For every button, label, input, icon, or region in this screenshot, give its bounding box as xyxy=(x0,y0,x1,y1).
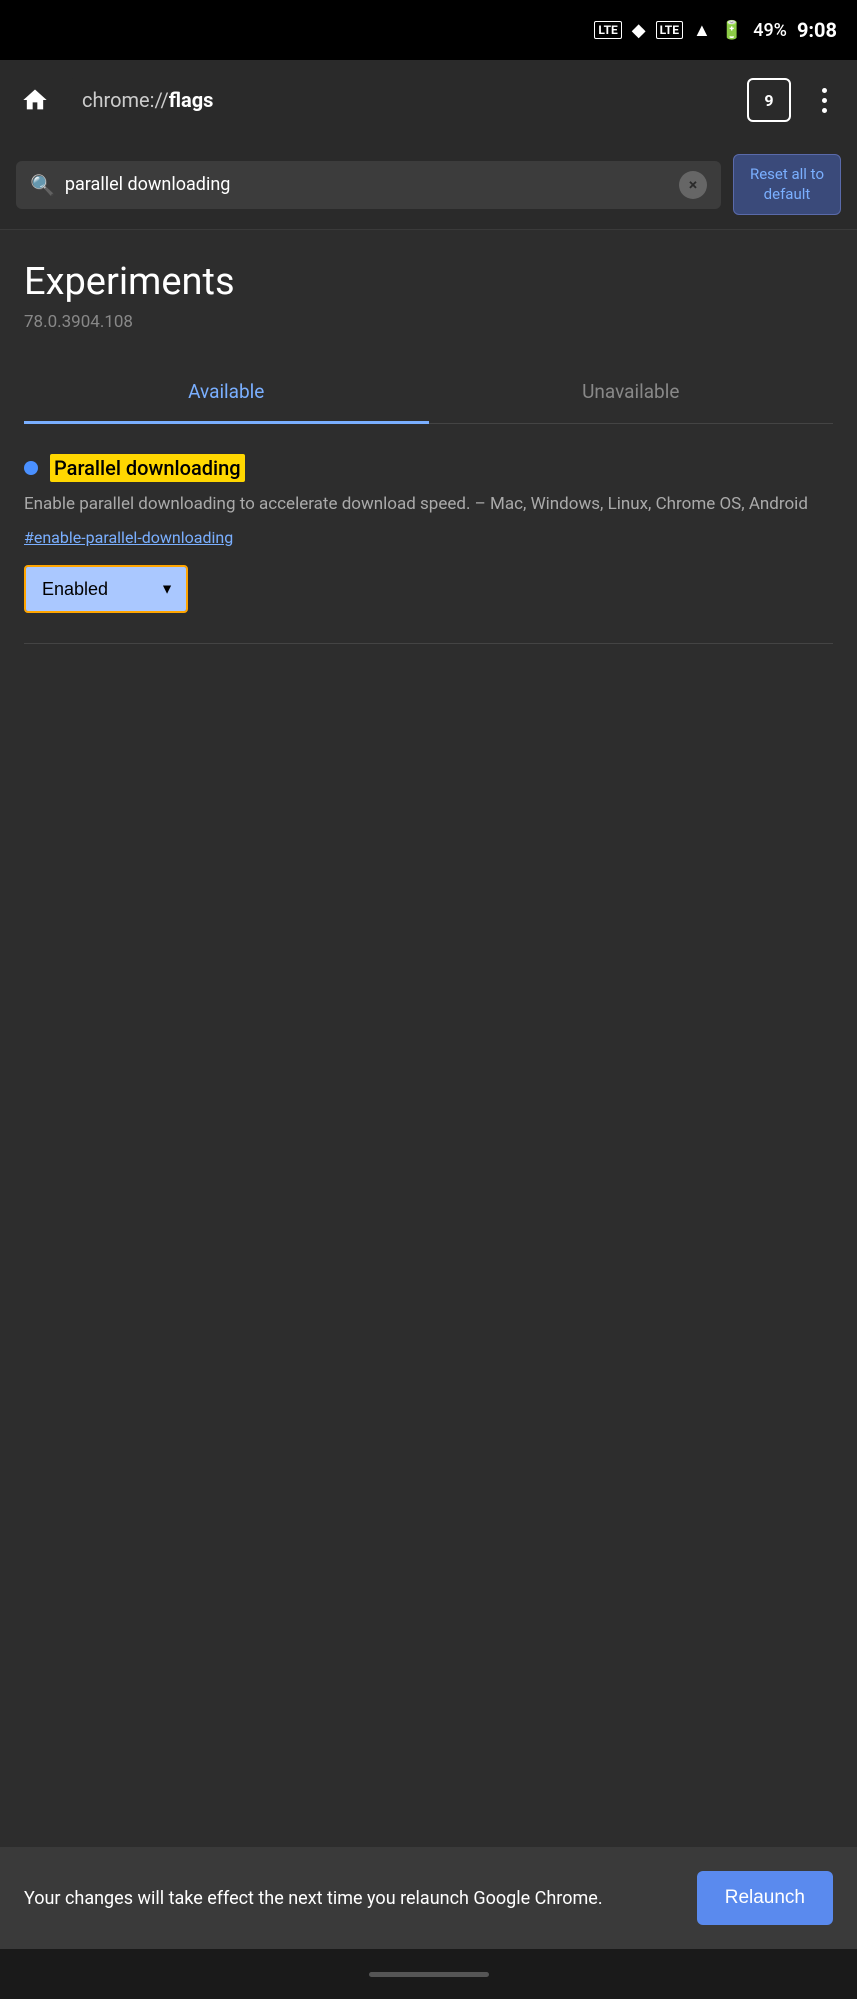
status-bar: LTE ◆ LTE ▲ 🔋 49% 9:08 xyxy=(0,0,857,60)
search-bar-container: 🔍 parallel downloading × Reset all to de… xyxy=(0,140,857,230)
lte-icon: LTE xyxy=(594,21,621,39)
tabs-container: Available Unavailable xyxy=(24,362,833,424)
content-spacer xyxy=(0,1147,857,1847)
search-input-wrapper[interactable]: 🔍 parallel downloading × xyxy=(16,161,721,209)
main-content: Experiments 78.0.3904.108 Available Unav… xyxy=(0,230,857,1147)
tab-unavailable[interactable]: Unavailable xyxy=(429,362,834,423)
experiment-item: Parallel downloading Enable parallel dow… xyxy=(24,454,833,644)
experiment-status-dot xyxy=(24,461,38,475)
version-text: 78.0.3904.108 xyxy=(24,312,833,332)
bottom-banner: Your changes will take effect the next t… xyxy=(0,1847,857,1949)
battery-percent: 49% xyxy=(753,20,787,41)
address-bar[interactable]: chrome://flags xyxy=(70,78,732,122)
search-icon: 🔍 xyxy=(30,173,55,197)
signal-icon: ▲ xyxy=(693,20,711,41)
experiment-description: Enable parallel downloading to accelerat… xyxy=(24,492,833,518)
wifi-icon: ◆ xyxy=(632,20,646,41)
status-bar-right: LTE ◆ LTE ▲ 🔋 49% 9:08 xyxy=(594,18,837,42)
battery-icon: 🔋 xyxy=(721,20,743,41)
bottom-banner-message: Your changes will take effect the next t… xyxy=(24,1885,677,1912)
select-inner[interactable]: Default Enabled Disabled ▼ xyxy=(26,567,186,611)
relaunch-button[interactable]: Relaunch xyxy=(697,1871,833,1925)
more-menu-button[interactable] xyxy=(806,78,842,122)
time-display: 9:08 xyxy=(797,18,837,42)
experiment-title: Parallel downloading xyxy=(50,454,245,482)
experiment-select-wrapper[interactable]: Default Enabled Disabled ▼ xyxy=(24,565,188,613)
home-button[interactable] xyxy=(15,80,55,120)
page-title: Experiments xyxy=(24,260,833,304)
nav-bar xyxy=(0,1949,857,1999)
experiments-list: Parallel downloading Enable parallel dow… xyxy=(24,424,833,674)
tab-count-label: 9 xyxy=(764,91,773,110)
experiment-link[interactable]: #enable-parallel-downloading xyxy=(24,528,833,547)
nav-pill xyxy=(369,1972,489,1977)
lte2-icon: LTE xyxy=(656,21,683,39)
reset-all-button[interactable]: Reset all to default xyxy=(733,154,841,215)
more-dot-3 xyxy=(822,108,827,113)
experiment-select[interactable]: Default Enabled Disabled xyxy=(26,567,186,611)
browser-bar: chrome://flags 9 xyxy=(0,60,857,140)
tab-available[interactable]: Available xyxy=(24,362,429,424)
experiment-header: Parallel downloading xyxy=(24,454,833,482)
home-icon xyxy=(21,86,49,114)
address-bold: flags xyxy=(169,88,214,112)
more-dot-1 xyxy=(822,88,827,93)
search-input[interactable]: parallel downloading xyxy=(65,174,669,195)
address-text: chrome:// xyxy=(82,88,169,112)
more-dot-2 xyxy=(822,98,827,103)
clear-search-button[interactable]: × xyxy=(679,171,707,199)
tab-count-button[interactable]: 9 xyxy=(747,78,791,122)
